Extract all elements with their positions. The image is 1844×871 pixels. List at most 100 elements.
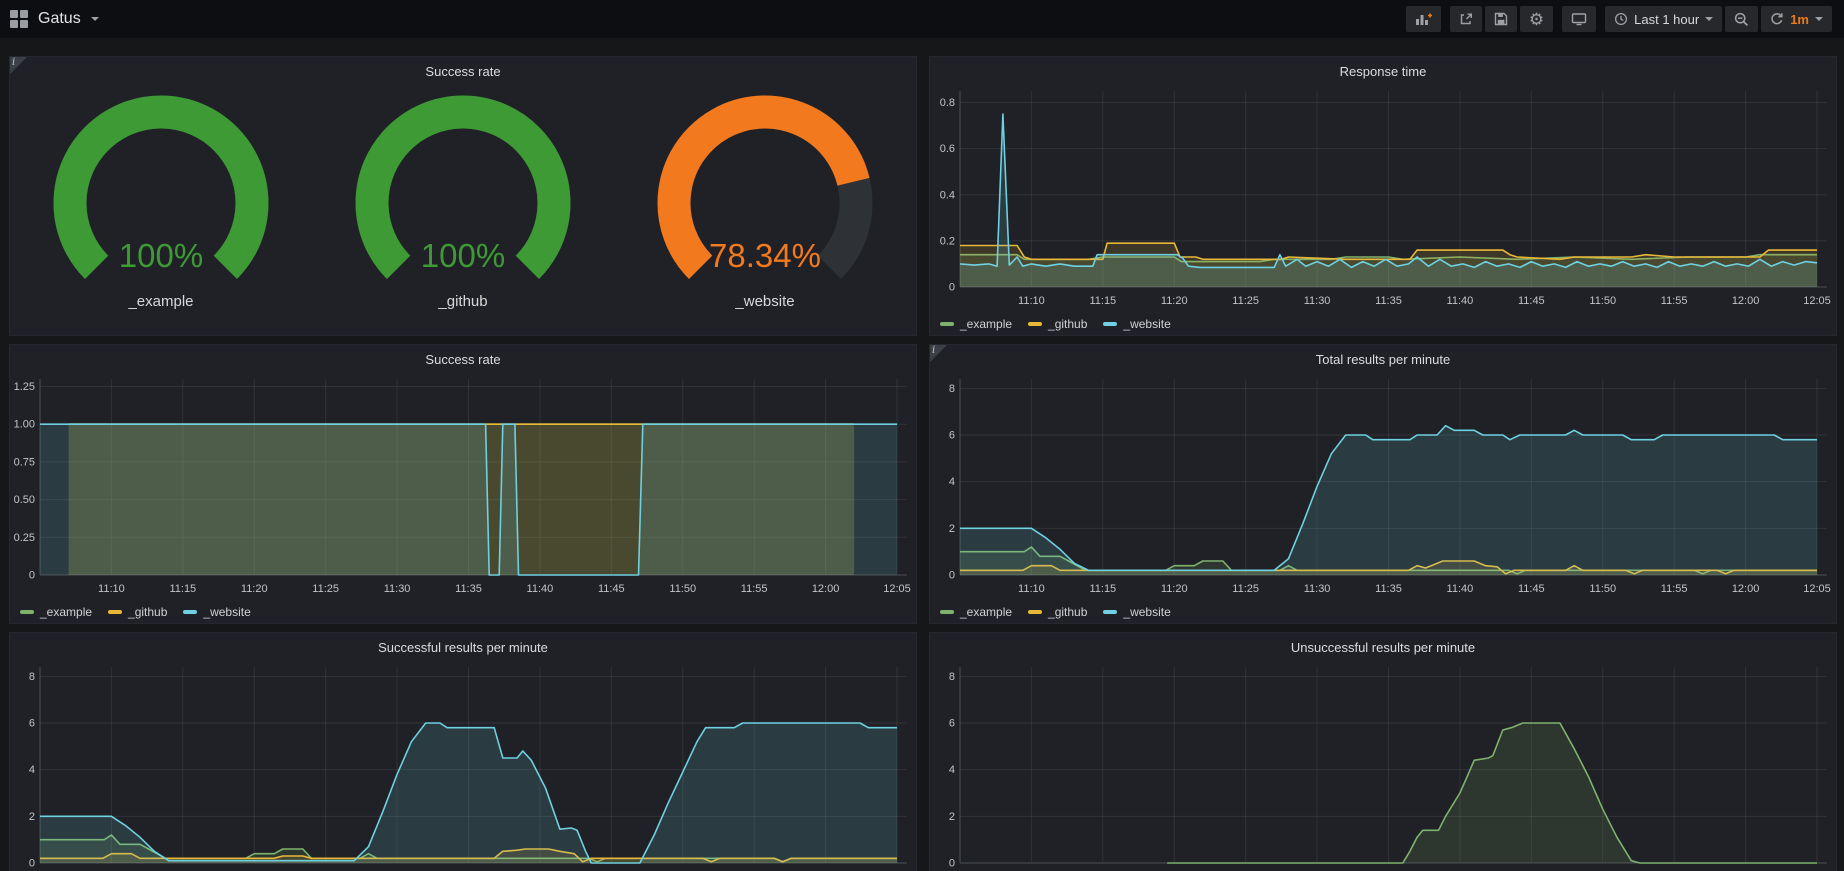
- gauge-row: 100% _example 100% _github 78.34% _websi…: [10, 85, 916, 337]
- unsuccessful-results-chart[interactable]: 0246811:1011:1511:2011:2511:3011:3511:40…: [930, 661, 1836, 871]
- svg-text:0.2: 0.2: [940, 235, 955, 247]
- svg-text:11:25: 11:25: [1232, 583, 1259, 595]
- total-results-chart[interactable]: 0246811:1011:1511:2011:2511:3011:3511:40…: [930, 373, 1836, 599]
- panel-info-icon[interactable]: i: [930, 345, 947, 362]
- legend-item[interactable]: _github: [1028, 317, 1087, 331]
- panel-title[interactable]: Unsuccessful results per minute: [930, 633, 1836, 661]
- svg-text:11:30: 11:30: [384, 583, 411, 595]
- svg-text:11:55: 11:55: [741, 583, 768, 595]
- legend-color-pill: [1028, 610, 1042, 614]
- panel-title[interactable]: Success rate: [10, 57, 916, 85]
- legend-item[interactable]: _website: [1103, 605, 1170, 619]
- legend-color-pill: [1103, 322, 1117, 326]
- svg-text:11:15: 11:15: [1089, 583, 1116, 595]
- zoom-out-button[interactable]: [1725, 6, 1758, 32]
- svg-text:0.6: 0.6: [940, 143, 955, 155]
- svg-text:12:05: 12:05: [883, 583, 911, 595]
- bar-chart-plus-icon: [1415, 12, 1432, 26]
- svg-text:11:15: 11:15: [1089, 295, 1116, 307]
- gauge-value: 78.34%: [614, 237, 916, 275]
- svg-text:11:10: 11:10: [1018, 295, 1045, 307]
- navbar: Gatus: [0, 0, 1844, 38]
- legend-item[interactable]: _website: [1103, 317, 1170, 331]
- legend-label: _example: [40, 605, 92, 619]
- legend-color-pill: [20, 610, 34, 614]
- svg-text:11:10: 11:10: [98, 583, 125, 595]
- svg-text:0.4: 0.4: [940, 189, 955, 201]
- success-rate-chart[interactable]: 00.250.500.751.001.2511:1011:1511:2011:2…: [10, 373, 916, 599]
- chevron-down-icon: [1815, 17, 1823, 21]
- save-icon: [1494, 12, 1508, 26]
- chevron-down-icon[interactable]: [91, 17, 99, 21]
- panel-title[interactable]: Successful results per minute: [10, 633, 916, 661]
- svg-text:0.8: 0.8: [940, 97, 955, 109]
- legend-color-pill: [1103, 610, 1117, 614]
- panel-title[interactable]: Success rate: [10, 345, 916, 373]
- svg-text:11:30: 11:30: [1304, 295, 1331, 307]
- svg-text:11:45: 11:45: [1518, 583, 1545, 595]
- gauge-website[interactable]: 78.34% _website: [614, 85, 916, 337]
- settings-button[interactable]: ⚙: [1520, 6, 1553, 32]
- panel-title[interactable]: Response time: [930, 57, 1836, 85]
- svg-text:11:20: 11:20: [1161, 583, 1188, 595]
- svg-text:11:50: 11:50: [1589, 295, 1616, 307]
- panel-successful-results: Successful results per minute 0246811:10…: [9, 632, 917, 871]
- svg-text:12:00: 12:00: [1732, 583, 1760, 595]
- gauge-github[interactable]: 100% _github: [312, 85, 614, 337]
- legend-color-pill: [940, 322, 954, 326]
- gauge-example[interactable]: 100% _example: [10, 85, 312, 337]
- svg-text:4: 4: [949, 476, 955, 488]
- svg-text:12:05: 12:05: [1803, 583, 1831, 595]
- svg-text:11:20: 11:20: [241, 583, 268, 595]
- time-range-button[interactable]: Last 1 hour: [1605, 6, 1722, 32]
- successful-results-chart[interactable]: 0246811:1011:1511:2011:2511:3011:3511:40…: [10, 661, 916, 871]
- svg-text:11:20: 11:20: [1161, 295, 1188, 307]
- svg-text:0: 0: [29, 858, 35, 870]
- svg-text:1.25: 1.25: [14, 381, 35, 393]
- svg-text:11:35: 11:35: [455, 583, 482, 595]
- legend-item[interactable]: _github: [108, 605, 167, 619]
- legend-item[interactable]: _github: [1028, 605, 1087, 619]
- svg-text:12:00: 12:00: [1732, 295, 1760, 307]
- panel-success-rate-chart: Success rate 00.250.500.751.001.2511:101…: [9, 344, 917, 624]
- legend-label: _website: [1123, 317, 1170, 331]
- svg-text:11:55: 11:55: [1661, 295, 1688, 307]
- refresh-button[interactable]: 1m: [1761, 6, 1832, 32]
- svg-text:2: 2: [29, 811, 35, 823]
- panel-total-results: i Total results per minute 0246811:1011:…: [929, 344, 1837, 624]
- add-panel-button[interactable]: [1406, 6, 1441, 32]
- legend-item[interactable]: _example: [20, 605, 92, 619]
- svg-text:6: 6: [949, 430, 955, 442]
- share-button[interactable]: [1450, 6, 1482, 32]
- svg-text:8: 8: [949, 671, 955, 683]
- svg-text:11:40: 11:40: [527, 583, 554, 595]
- svg-text:4: 4: [29, 764, 35, 776]
- chevron-down-icon: [1705, 17, 1713, 21]
- svg-text:8: 8: [949, 383, 955, 395]
- dashboard-title[interactable]: Gatus: [38, 10, 81, 28]
- panel-info-icon[interactable]: i: [10, 57, 27, 74]
- apps-grid-icon[interactable]: [10, 10, 28, 28]
- panel-title[interactable]: Total results per minute: [930, 345, 1836, 373]
- svg-text:11:55: 11:55: [1661, 583, 1688, 595]
- save-button[interactable]: [1485, 6, 1517, 32]
- svg-text:0: 0: [29, 570, 35, 582]
- svg-text:11:50: 11:50: [1589, 583, 1616, 595]
- svg-text:0: 0: [949, 858, 955, 870]
- legend-color-pill: [108, 610, 122, 614]
- panel-success-rate-gauges: i Success rate 100% _example 100% _githu…: [9, 56, 917, 336]
- refresh-interval-label: 1m: [1790, 12, 1809, 27]
- refresh-icon: [1770, 12, 1784, 26]
- legend-item[interactable]: _example: [940, 317, 1012, 331]
- svg-text:11:10: 11:10: [1018, 583, 1045, 595]
- svg-text:0.50: 0.50: [14, 494, 35, 506]
- cycle-view-button[interactable]: [1562, 6, 1596, 32]
- legend-label: _website: [203, 605, 250, 619]
- legend-item[interactable]: _example: [940, 605, 1012, 619]
- legend: _example _github _website: [930, 311, 1836, 337]
- legend-item[interactable]: _website: [183, 605, 250, 619]
- panel-response-time: Response time 00.20.40.60.811:1011:1511:…: [929, 56, 1837, 336]
- legend-label: _website: [1123, 605, 1170, 619]
- svg-text:0.75: 0.75: [14, 456, 35, 468]
- response-time-chart[interactable]: 00.20.40.60.811:1011:1511:2011:2511:3011…: [930, 85, 1836, 311]
